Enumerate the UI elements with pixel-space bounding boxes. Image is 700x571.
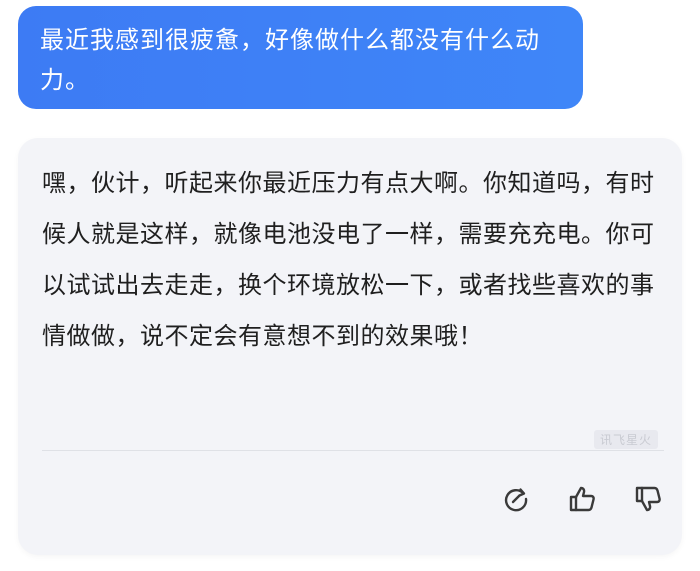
- thumbs-down-icon: [635, 486, 661, 512]
- like-button[interactable]: [566, 483, 598, 515]
- regenerate-button[interactable]: [500, 483, 532, 515]
- message-divider: [42, 450, 664, 451]
- user-message-text: 最近我感到很疲惫，好像做什么都没有什么动力。: [40, 26, 540, 94]
- refresh-icon: [504, 488, 528, 512]
- assistant-message-text: 嘿，伙计，听起来你最近压力有点大啊。你知道吗，有时候人就是这样，就像电池没电了一…: [42, 169, 655, 350]
- dislike-button[interactable]: [632, 483, 664, 515]
- chat-view: 最近我感到很疲惫，好像做什么都没有什么动力。 嘿，伙计，听起来你最近压力有点大啊…: [0, 0, 700, 571]
- assistant-message-card: 嘿，伙计，听起来你最近压力有点大啊。你知道吗，有时候人就是这样，就像电池没电了一…: [18, 138, 682, 555]
- watermark-label: 讯飞星火: [593, 430, 658, 449]
- thumbs-up-icon: [569, 486, 595, 512]
- message-action-bar: [500, 483, 664, 515]
- user-message-bubble: 最近我感到很疲惫，好像做什么都没有什么动力。: [18, 6, 583, 109]
